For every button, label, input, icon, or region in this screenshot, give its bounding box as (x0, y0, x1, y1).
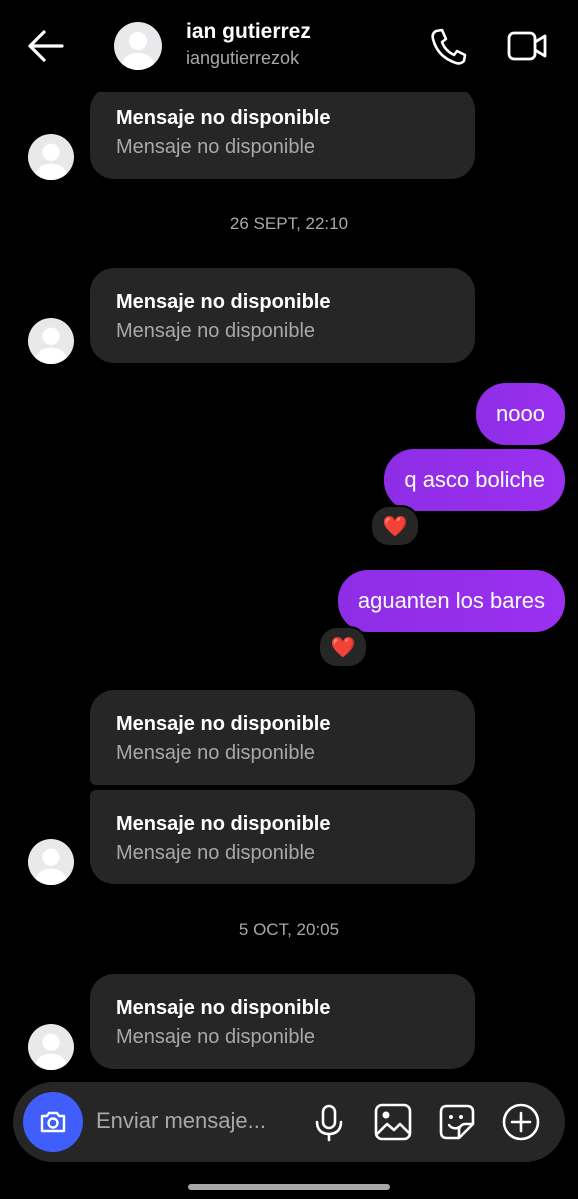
sender-avatar[interactable] (28, 839, 74, 885)
message-body: Mensaje no disponible (116, 136, 316, 158)
chat-header: ian gutierrez iangutierrezok (0, 0, 578, 92)
message-body: Mensaje no disponible (116, 742, 316, 764)
message-composer: Enviar mensaje... (13, 1082, 565, 1162)
timestamp: 26 SEPT, 22:10 (229, 214, 349, 233)
arrow-left-icon (28, 30, 64, 62)
plus-circle-icon (502, 1103, 540, 1141)
message-bubble-unavailable[interactable]: Mensaje no disponible Mensaje no disponi… (90, 86, 475, 179)
outgoing-message[interactable]: nooo (476, 383, 565, 445)
message-title: Mensaje no disponible (116, 291, 331, 313)
message-body: Mensaje no disponible (116, 1026, 316, 1048)
video-camera-icon (507, 31, 547, 61)
contact-avatar[interactable] (114, 22, 162, 70)
video-call-button[interactable] (505, 24, 549, 68)
message-bubble-unavailable[interactable]: Mensaje no disponible Mensaje no disponi… (90, 974, 475, 1069)
camera-button[interactable] (23, 1092, 83, 1152)
heart-icon: ❤️ (382, 515, 408, 538)
message-title: Mensaje no disponible (116, 713, 331, 735)
message-input[interactable]: Enviar mensaje... (96, 1108, 266, 1134)
sticker-button[interactable] (435, 1100, 479, 1144)
default-avatar-icon (33, 143, 69, 180)
heart-reaction[interactable]: ❤️ (318, 626, 368, 668)
sender-avatar[interactable] (28, 318, 74, 364)
home-indicator[interactable] (188, 1184, 390, 1190)
voice-message-button[interactable] (307, 1100, 351, 1144)
message-title: Mensaje no disponible (116, 997, 331, 1019)
contact-name[interactable]: ian gutierrez (186, 20, 311, 44)
heart-icon: ❤️ (330, 636, 356, 659)
message-body: Mensaje no disponible (116, 842, 316, 864)
default-avatar-icon (120, 32, 156, 70)
message-title: Mensaje no disponible (116, 107, 331, 129)
message-body: Mensaje no disponible (116, 320, 316, 342)
message-title: Mensaje no disponible (116, 813, 331, 835)
heart-reaction[interactable]: ❤️ (370, 505, 420, 547)
default-avatar-icon (33, 327, 69, 364)
timestamp: 5 OCT, 20:05 (238, 920, 340, 939)
more-options-button[interactable] (499, 1100, 543, 1144)
image-icon (374, 1103, 412, 1141)
microphone-icon (315, 1104, 343, 1142)
call-button[interactable] (427, 24, 471, 68)
camera-icon (40, 1111, 66, 1133)
sender-avatar[interactable] (28, 1024, 74, 1070)
message-bubble-unavailable[interactable]: Mensaje no disponible Mensaje no disponi… (90, 268, 475, 363)
back-button[interactable] (22, 22, 70, 70)
sticker-icon (439, 1104, 475, 1140)
message-bubble-unavailable[interactable]: Mensaje no disponible Mensaje no disponi… (90, 790, 475, 884)
outgoing-message[interactable]: q asco boliche (384, 449, 565, 511)
gallery-button[interactable] (371, 1100, 415, 1144)
default-avatar-icon (33, 848, 69, 885)
message-bubble-unavailable[interactable]: Mensaje no disponible Mensaje no disponi… (90, 690, 475, 785)
phone-icon (431, 28, 467, 65)
sender-avatar[interactable] (28, 134, 74, 180)
default-avatar-icon (33, 1033, 69, 1070)
outgoing-message[interactable]: aguanten los bares (337, 570, 565, 632)
contact-username[interactable]: iangutierrezok (186, 48, 299, 69)
